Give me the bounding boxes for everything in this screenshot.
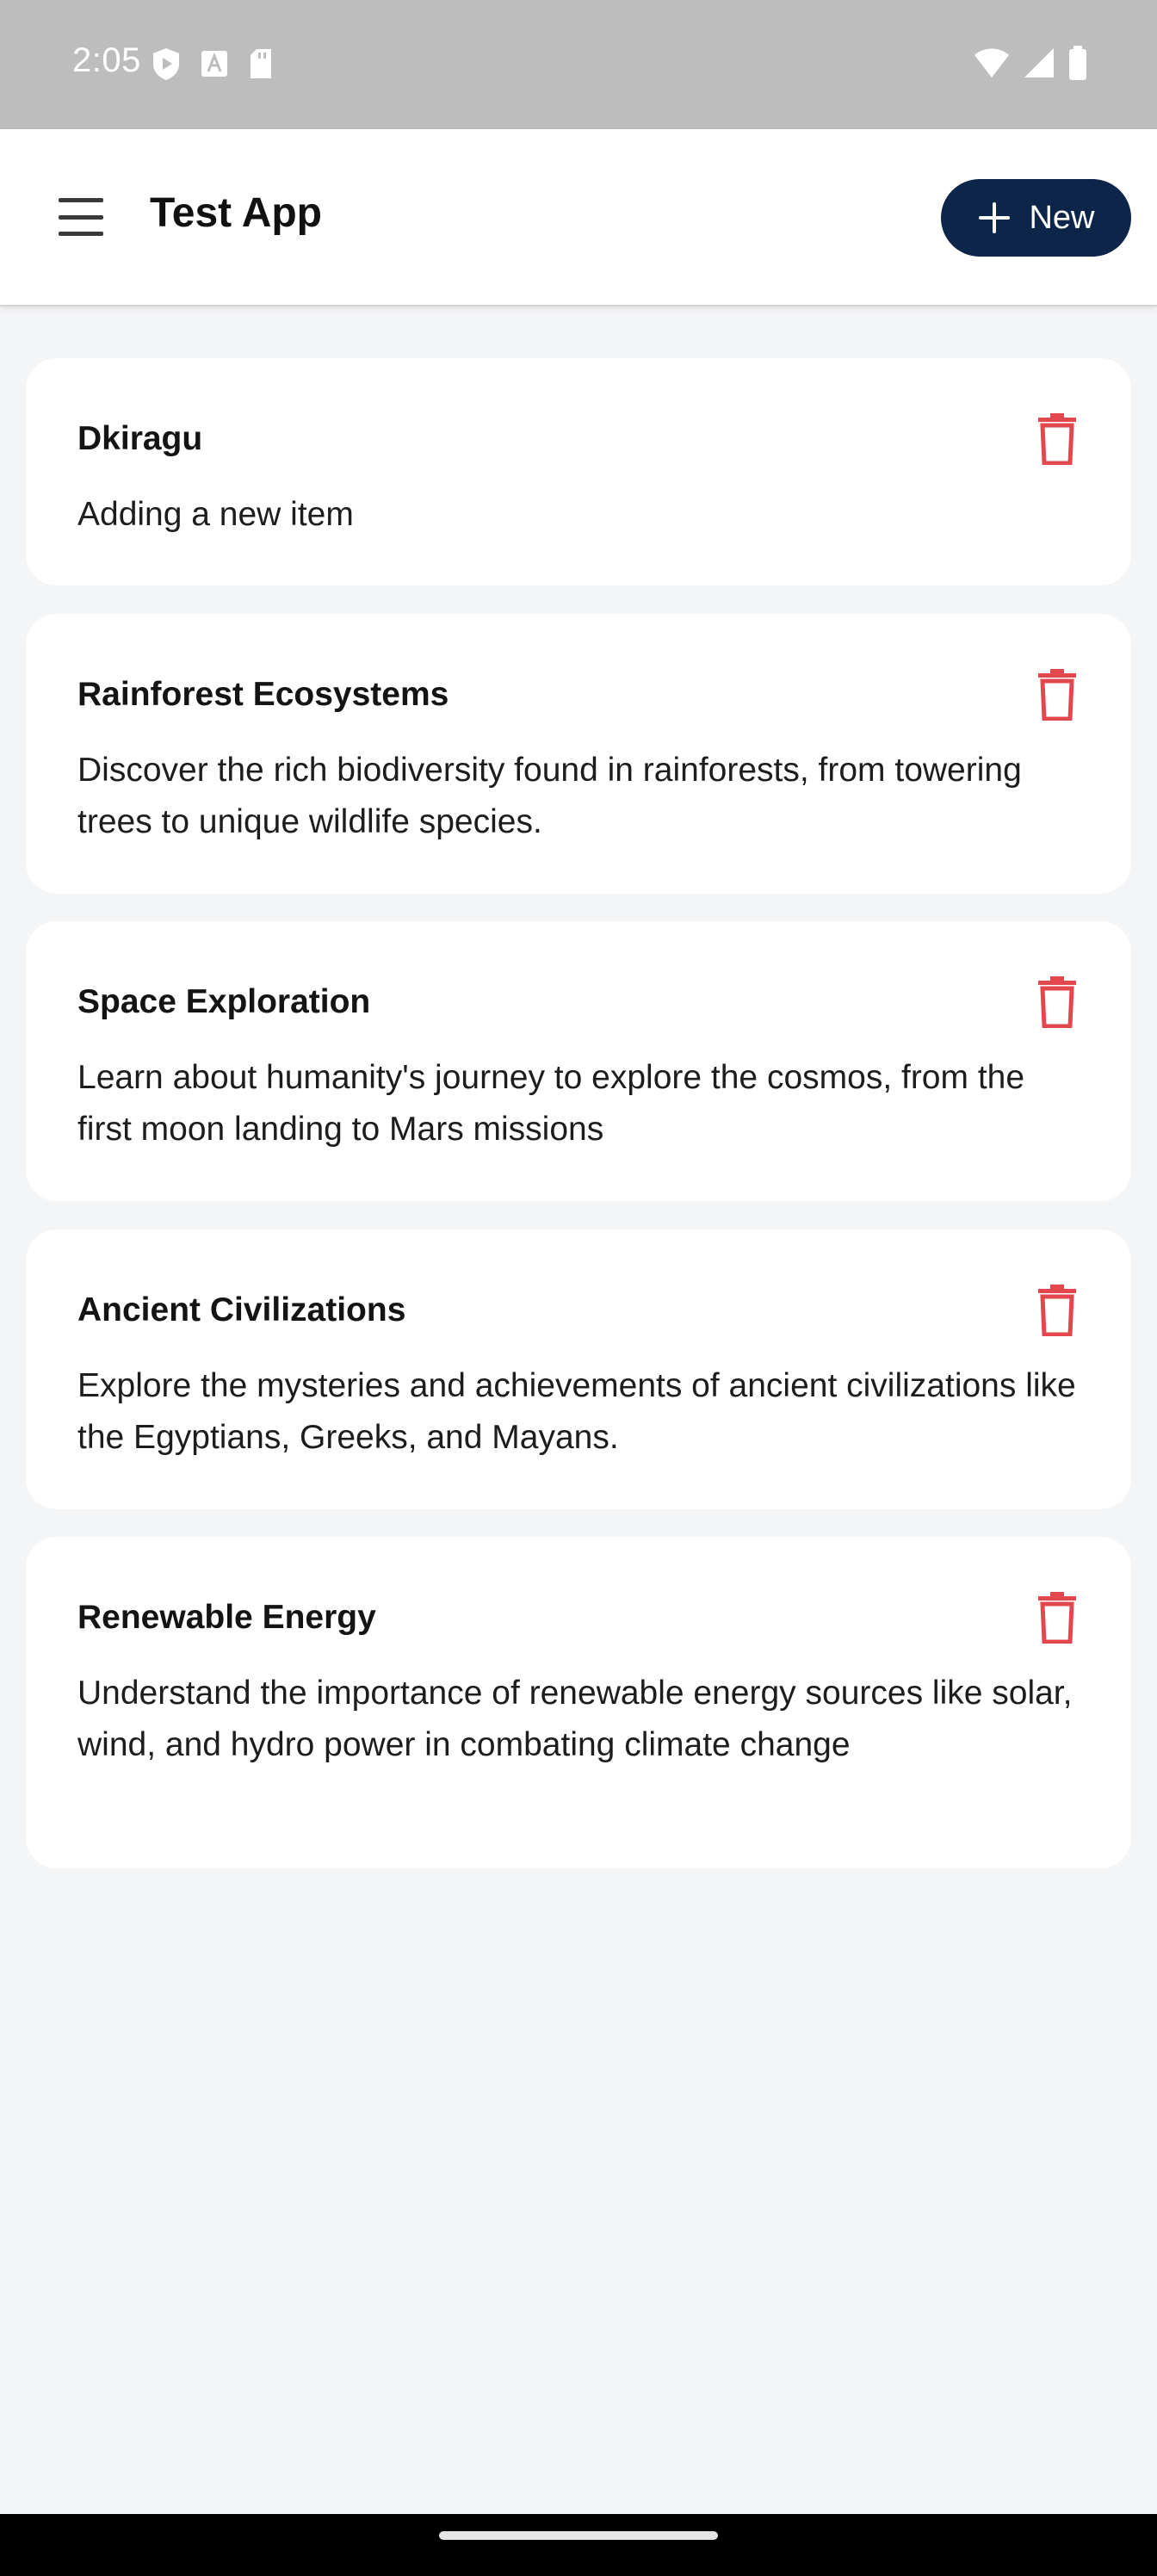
new-item-button[interactable]: New — [941, 179, 1131, 257]
trash-icon[interactable] — [1036, 1592, 1078, 1644]
item-card[interactable]: Space Exploration Learn about humanity's… — [26, 921, 1131, 1201]
item-description: Understand the importance of renewable e… — [77, 1675, 1073, 1763]
item-card[interactable]: Dkiragu Adding a new item — [26, 358, 1131, 585]
item-description: Explore the mysteries and achievements o… — [77, 1367, 1076, 1456]
item-card[interactable]: Ancient Civilizations Explore the myster… — [26, 1229, 1131, 1509]
item-description: Learn about humanity's journey to explor… — [77, 1059, 1025, 1148]
hamburger-menu-icon[interactable] — [55, 193, 107, 241]
home-gesture-handle[interactable] — [439, 2531, 718, 2540]
item-card[interactable]: Renewable Energy Understand the importan… — [26, 1537, 1131, 1868]
menu-line — [59, 214, 103, 220]
trash-icon[interactable] — [1036, 1285, 1078, 1336]
item-title: Ancient Civilizations — [77, 1291, 406, 1328]
app-bar: Test App New — [0, 129, 1157, 307]
sd-card-icon — [251, 49, 271, 78]
app-title: Test App — [150, 190, 322, 236]
item-title: Rainforest Ecosystems — [77, 676, 449, 713]
status-time: 2:05 — [72, 41, 141, 79]
status-system-icons — [973, 45, 1088, 81]
new-button-label: New — [1029, 199, 1095, 236]
trash-icon[interactable] — [1036, 413, 1078, 465]
plus-icon — [979, 202, 1011, 233]
item-title: Space Exploration — [77, 983, 371, 1020]
wifi-icon — [974, 48, 1009, 77]
status-notification-icons — [152, 46, 274, 81]
a-square-icon — [201, 51, 227, 77]
signal-icon — [1024, 48, 1054, 77]
trash-icon[interactable] — [1036, 976, 1078, 1028]
trash-icon[interactable] — [1036, 669, 1078, 721]
item-title: Dkiragu — [77, 420, 203, 457]
item-title: Renewable Energy — [77, 1599, 376, 1636]
item-description: Adding a new item — [77, 496, 354, 533]
item-card[interactable]: Rainforest Ecosystems Discover the rich … — [26, 614, 1131, 894]
battery-icon — [1069, 46, 1086, 80]
menu-line — [59, 198, 103, 202]
status-bar: 2:05 — [0, 0, 1157, 129]
item-description: Discover the rich biodiversity found in … — [77, 752, 1022, 840]
menu-line — [59, 232, 103, 236]
system-navigation-bar — [0, 2514, 1157, 2576]
play-shield-icon — [153, 48, 179, 80]
